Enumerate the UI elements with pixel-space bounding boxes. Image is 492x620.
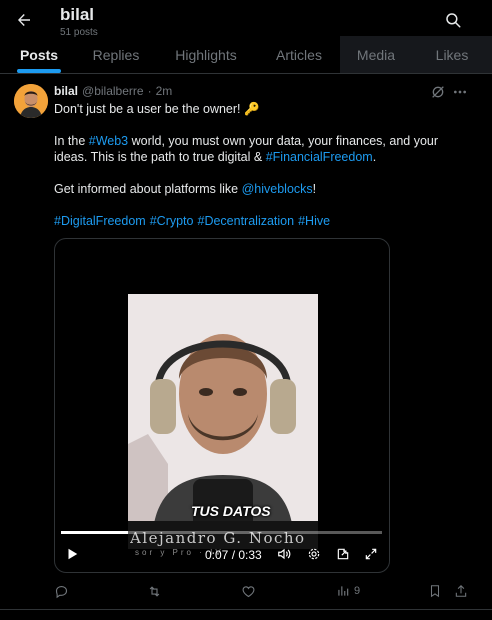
video-caption: TUS DATOS [191, 503, 271, 519]
hashtag-link[interactable]: #Hive [298, 214, 330, 228]
bookmark-button[interactable] [428, 583, 442, 599]
fullscreen-icon [365, 548, 377, 560]
meta-separator: · [147, 84, 152, 98]
text-fragment: ideas. This is the path to true digital … [54, 150, 266, 164]
grok-button[interactable] [430, 84, 446, 100]
settings-button[interactable] [307, 547, 321, 561]
pip-button[interactable] [336, 547, 350, 561]
volume-icon [278, 548, 291, 560]
play-button[interactable] [65, 547, 79, 561]
bookmark-icon [430, 585, 440, 598]
text-fragment: world, you must own your data, your fina… [128, 134, 439, 148]
tab-likes[interactable]: Likes [412, 36, 492, 73]
mention-link[interactable]: @hiveblocks [242, 182, 313, 196]
divider [0, 609, 492, 610]
arrow-left-icon [18, 14, 30, 26]
back-button[interactable] [14, 10, 34, 30]
profile-header: bilal 51 posts [0, 0, 492, 38]
hashtag-link[interactable]: #FinancialFreedom [266, 150, 373, 164]
video-frame[interactable] [128, 294, 318, 530]
text-fragment: ! [312, 182, 317, 196]
like-button[interactable] [241, 583, 256, 599]
hashtag-link[interactable]: #DigitalFreedom [54, 214, 146, 228]
search-button[interactable] [444, 11, 462, 29]
post-actions: 9 [54, 583, 474, 601]
repost-button[interactable] [147, 583, 162, 599]
reply-icon [55, 585, 68, 598]
text-fragment: Get informed about platforms like [54, 182, 242, 196]
text-fragment: In the [54, 134, 89, 148]
gear-icon [308, 548, 320, 560]
share-icon [455, 585, 467, 597]
text-fragment: . [372, 150, 377, 164]
views-button[interactable]: 9 [336, 583, 360, 599]
video-player[interactable]: Alejandro G. Nocho sor y Pro · IV TUS DA… [54, 238, 390, 573]
views-count: 9 [354, 585, 361, 597]
search-icon [446, 13, 461, 28]
tab-articles[interactable]: Articles [258, 36, 340, 73]
hashtag-row: #DigitalFreedom #Crypto #Decentralization #… [54, 213, 474, 229]
volume-button[interactable] [277, 547, 291, 561]
profile-title: bilal [60, 5, 95, 24]
video-progress-bar[interactable] [61, 531, 382, 534]
author-name[interactable]: bilal [54, 84, 78, 98]
post-text-line1: Don't just be a user be the owner! 🔑 [54, 102, 260, 116]
author-handle[interactable]: @bilalberre [82, 84, 144, 98]
reply-button[interactable] [54, 583, 69, 599]
post-paragraph-2: In the #Web3 world, you must own your da… [54, 133, 474, 165]
fullscreen-button[interactable] [364, 547, 378, 561]
hashtag-link[interactable]: #Decentralization [198, 214, 295, 228]
bar-chart-icon [338, 586, 349, 596]
video-time-readout: 0:07 / 0:33 [205, 548, 262, 562]
post-paragraph-3: Get informed about platforms like @hiveb… [54, 181, 474, 197]
share-button[interactable] [454, 583, 468, 599]
more-icon [454, 90, 466, 94]
avatar[interactable] [14, 84, 48, 118]
tab-highlights[interactable]: Highlights [154, 36, 258, 73]
tab-replies[interactable]: Replies [78, 36, 154, 73]
profile-tabs: Posts Replies Highlights Articles Media … [0, 36, 492, 74]
more-button[interactable] [452, 84, 468, 100]
post-timestamp[interactable]: 2m [156, 84, 173, 98]
repost-icon [149, 585, 160, 597]
post[interactable]: bilal @bilalberre · 2m Don't just be a u… [0, 75, 492, 610]
play-icon [68, 548, 78, 560]
grok-icon [432, 86, 444, 98]
heart-icon [242, 585, 255, 597]
post-meta: bilal @bilalberre · 2m [54, 84, 172, 98]
tab-posts[interactable]: Posts [0, 36, 78, 73]
hashtag-link[interactable]: #Crypto [150, 214, 194, 228]
tab-media[interactable]: Media [340, 36, 412, 73]
hashtag-link[interactable]: #Web3 [89, 134, 128, 148]
pip-icon [337, 548, 349, 560]
video-progress-fill [61, 531, 129, 534]
